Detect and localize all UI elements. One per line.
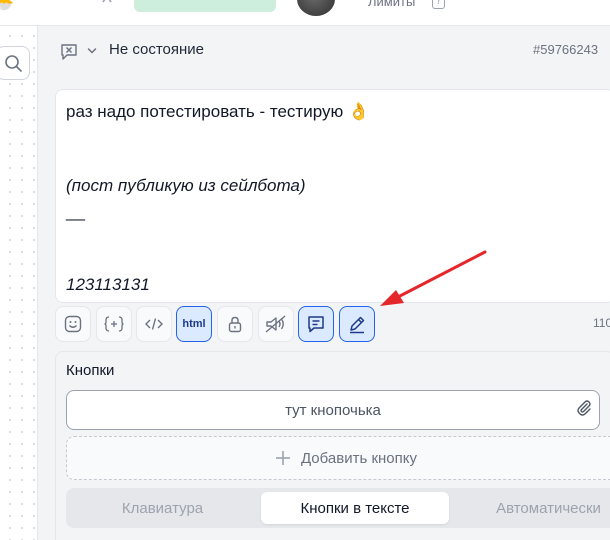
post-header: Не состояние #59766243 (41, 26, 610, 76)
status-label[interactable]: Не состояние (109, 41, 204, 58)
post-panel: Не состояние #59766243 раз надо потестир… (41, 26, 610, 540)
html-toggle-button[interactable]: html (176, 306, 212, 342)
post-id: #59766243 (533, 42, 599, 57)
tab-automatic[interactable]: Автоматически (456, 492, 610, 524)
chevron-down-icon[interactable] (87, 46, 97, 56)
search-button[interactable] (0, 46, 30, 80)
signature-button[interactable] (339, 306, 375, 342)
left-rail (0, 26, 38, 540)
help-icon[interactable]: ? (432, 0, 445, 9)
add-button-button[interactable]: Добавить кнопку (66, 436, 610, 480)
buttons-section-title: Кнопки (66, 362, 115, 379)
paperclip-icon[interactable] (575, 399, 593, 417)
avatar[interactable] (297, 0, 335, 16)
post-button-item[interactable]: тут кнопочька (66, 390, 600, 430)
emoji-button[interactable] (55, 306, 91, 342)
smile-icon (64, 315, 82, 333)
post-text-line: раз надо потестировать - тестирую 👌 (66, 102, 370, 121)
message-icon (308, 316, 324, 333)
top-action-button[interactable] (134, 0, 276, 12)
silent-notification-button[interactable] (258, 306, 294, 342)
add-button-label: Добавить кнопку (300, 449, 417, 467)
post-button-label: тут кнопочька (285, 401, 381, 419)
variable-icon (104, 316, 124, 332)
lock-icon (228, 316, 242, 333)
code-button[interactable] (136, 306, 172, 342)
status-icon[interactable] (59, 42, 79, 62)
html-label: html (182, 318, 206, 330)
mute-icon (265, 315, 286, 333)
editor-toolbar: html 110 (55, 306, 610, 342)
post-text-editor[interactable]: раз надо потестировать - тестирую 👌 (пос… (55, 89, 610, 303)
variables-button[interactable] (96, 306, 132, 342)
protect-content-button[interactable] (217, 306, 253, 342)
search-icon (5, 55, 22, 72)
top-bar: 🐣 Лимиты ? (0, 0, 610, 26)
pencil-icon (350, 316, 365, 334)
post-text-line: (пост публикую из сейлбота) (66, 176, 306, 195)
limits-label[interactable]: Лимиты (368, 0, 415, 9)
char-count: 110 (593, 316, 610, 330)
post-text-line: __ (66, 202, 85, 221)
tab-keyboard[interactable]: Клавиатура (70, 492, 255, 524)
logo[interactable]: 🐣 (0, 0, 14, 11)
top-icon[interactable] (100, 0, 114, 6)
plus-icon (275, 451, 290, 465)
button-type-tabs: Клавиатура Кнопки в тексте Автоматически (66, 488, 610, 528)
buttons-section: Кнопки тут кнопочька Добавить кнопку Кла… (55, 351, 610, 540)
tab-inline-buttons[interactable]: Кнопки в тексте (261, 492, 449, 524)
comments-button[interactable] (298, 306, 334, 342)
code-icon (145, 318, 163, 330)
post-text-line: 123113131 (66, 275, 150, 294)
